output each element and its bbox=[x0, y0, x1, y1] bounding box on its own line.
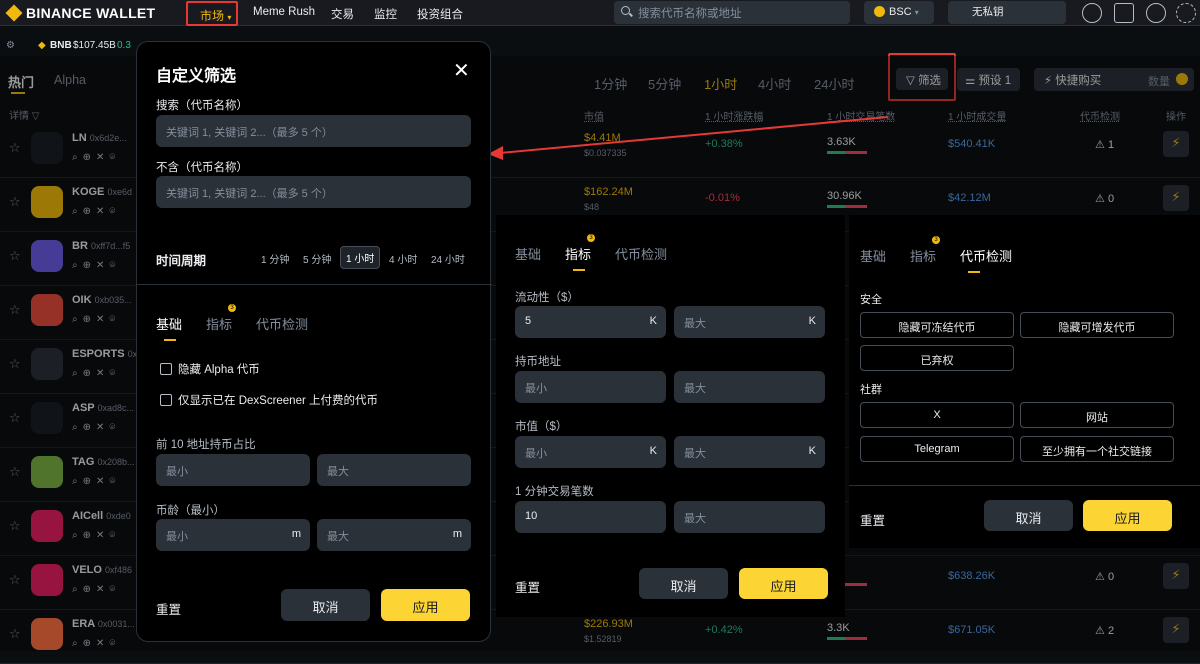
period-label: 时间周期 bbox=[156, 254, 207, 268]
txn-min-input[interactable]: 10 bbox=[515, 501, 666, 533]
mcap-label: 市值（$） bbox=[515, 421, 568, 433]
account-icon[interactable] bbox=[1082, 3, 1102, 23]
metrics-panel: 基础 指标 3 代币检测 流动性（$） 5K 最大 K 持币地址 最小 最大 市值… bbox=[496, 215, 845, 617]
divider bbox=[137, 284, 492, 285]
tab-basic[interactable]: 基础 bbox=[860, 246, 886, 265]
tab-basic[interactable]: 基础 bbox=[156, 314, 182, 341]
tab-metrics[interactable]: 指标 bbox=[206, 314, 232, 333]
hide-alpha-checkbox[interactable]: 隐藏 Alpha 代币 bbox=[160, 361, 260, 377]
dialog-period-5m[interactable]: 5 分钟 bbox=[303, 251, 331, 266]
dialog-period-4h[interactable]: 4 小时 bbox=[389, 251, 417, 266]
download-icon[interactable] bbox=[1114, 3, 1134, 23]
holders-min-input[interactable]: 最小 bbox=[515, 371, 666, 403]
safety-label: 安全 bbox=[860, 294, 882, 306]
cancel-button[interactable]: 取消 bbox=[639, 568, 728, 599]
dialog-title: 自定义筛选 bbox=[156, 68, 237, 85]
divider bbox=[849, 485, 1200, 486]
top-bar: BINANCE WALLET 市场 ▾ Meme Rush 交易 监控 投资组合… bbox=[0, 0, 1200, 26]
tab-basic[interactable]: 基础 bbox=[515, 244, 541, 263]
txn-max-input[interactable]: 最大 bbox=[674, 501, 825, 533]
ticker-symbol: BNB bbox=[50, 40, 72, 51]
bsc-icon bbox=[874, 6, 885, 17]
age-label: 币龄（最小） bbox=[156, 505, 225, 517]
ticker-change: 0.3 bbox=[117, 40, 131, 51]
liquidity-max-input[interactable]: 最大 K bbox=[674, 306, 825, 338]
social-x-toggle[interactable]: X bbox=[860, 402, 1014, 428]
keyword-exclude-input[interactable]: 关键词 1, 关键词 2...（最多 5 个） bbox=[156, 176, 471, 208]
theme-icon[interactable] bbox=[1176, 3, 1196, 23]
hide-freezable-toggle[interactable]: 隐藏可冻结代币 bbox=[860, 312, 1014, 338]
age-min-input[interactable]: 最小 m bbox=[156, 519, 310, 551]
txn-label: 1 分钟交易笔数 bbox=[515, 486, 594, 498]
tab-badge: 3 bbox=[228, 304, 236, 312]
dex-paid-checkbox[interactable]: 仅显示已在 DexScreener 上付费的代币 bbox=[160, 392, 378, 408]
settings-icon[interactable]: ⚙ bbox=[6, 40, 15, 51]
tab-metrics[interactable]: 指标 bbox=[565, 244, 591, 271]
reset-button[interactable]: 重置 bbox=[515, 577, 540, 596]
dialog-period-1h[interactable]: 1 小时 bbox=[340, 246, 381, 269]
reset-button[interactable]: 重置 bbox=[860, 510, 885, 529]
hide-mintable-toggle[interactable]: 隐藏可增发代币 bbox=[1020, 312, 1174, 338]
ticker-cap: $107.45B bbox=[73, 40, 116, 51]
wallet-selector[interactable]: 无私钥 bbox=[948, 1, 1066, 24]
nav-trade[interactable]: 交易 bbox=[331, 6, 354, 22]
keyword-search-input[interactable]: 关键词 1, 关键词 2...（最多 5 个） bbox=[156, 115, 471, 147]
liquidity-label: 流动性（$） bbox=[515, 292, 579, 304]
renounced-toggle[interactable]: 已弃权 bbox=[860, 345, 1014, 371]
apply-button[interactable]: 应用 bbox=[381, 589, 470, 621]
mcap-max-input[interactable]: 最大 K bbox=[674, 436, 825, 468]
dialog-period-24h[interactable]: 24 小时 bbox=[431, 251, 465, 266]
search-label: 搜索（代币名称） bbox=[156, 100, 248, 112]
detection-panel: 基础 指标 3 代币检测 安全 隐藏可冻结代币 隐藏可增发代币 已弃权 社群 X… bbox=[849, 215, 1200, 548]
nav-portfolio[interactable]: 投资组合 bbox=[417, 6, 463, 22]
reset-button[interactable]: 重置 bbox=[156, 599, 181, 618]
liquidity-min-input[interactable]: 5K bbox=[515, 306, 666, 338]
top10-max-input[interactable]: 最大 bbox=[317, 454, 471, 486]
tab-detection[interactable]: 代币检测 bbox=[960, 246, 1012, 273]
nav-market[interactable]: 市场 ▾ bbox=[186, 1, 238, 26]
search-input[interactable]: 搜索代币名称或地址 bbox=[614, 1, 850, 24]
social-telegram-toggle[interactable]: Telegram bbox=[860, 436, 1014, 462]
tab-badge: 3 bbox=[587, 234, 595, 242]
age-max-input[interactable]: 最大 m bbox=[317, 519, 471, 551]
social-label: 社群 bbox=[860, 384, 882, 396]
search-icon bbox=[621, 6, 630, 15]
app-logo[interactable]: BINANCE WALLET bbox=[5, 4, 155, 22]
binance-logo-icon bbox=[5, 4, 23, 22]
bnb-icon: ◆ bbox=[38, 40, 46, 51]
mcap-min-input[interactable]: 最小 K bbox=[515, 436, 666, 468]
chain-selector[interactable]: BSC ▾ bbox=[864, 1, 934, 24]
apply-button[interactable]: 应用 bbox=[739, 568, 828, 599]
social-any-toggle[interactable]: 至少拥有一个社交链接 bbox=[1020, 436, 1174, 462]
cancel-button[interactable]: 取消 bbox=[281, 589, 370, 621]
top10-min-input[interactable]: 最小 bbox=[156, 454, 310, 486]
tab-badge: 3 bbox=[932, 236, 940, 244]
holders-max-input[interactable]: 最大 bbox=[674, 371, 825, 403]
tab-metrics[interactable]: 指标 bbox=[910, 246, 936, 265]
tab-detection[interactable]: 代币检测 bbox=[615, 244, 667, 263]
exclude-label: 不含（代币名称） bbox=[156, 162, 248, 174]
dialog-period-1m[interactable]: 1 分钟 bbox=[261, 251, 289, 266]
nav-monitor[interactable]: 监控 bbox=[374, 6, 397, 22]
cancel-button[interactable]: 取消 bbox=[984, 500, 1073, 531]
tab-detection[interactable]: 代币检测 bbox=[256, 314, 308, 333]
close-icon[interactable]: ✕ bbox=[453, 58, 470, 83]
apply-button[interactable]: 应用 bbox=[1083, 500, 1172, 531]
holders-label: 持币地址 bbox=[515, 356, 561, 368]
social-website-toggle[interactable]: 网站 bbox=[1020, 402, 1174, 428]
nav-meme-rush[interactable]: Meme Rush bbox=[253, 6, 315, 18]
custom-filter-dialog: 自定义筛选 ✕ 搜索（代币名称） 关键词 1, 关键词 2...（最多 5 个）… bbox=[136, 41, 492, 642]
top10-label: 前 10 地址持币占比 bbox=[156, 439, 256, 451]
globe-icon[interactable] bbox=[1146, 3, 1166, 23]
